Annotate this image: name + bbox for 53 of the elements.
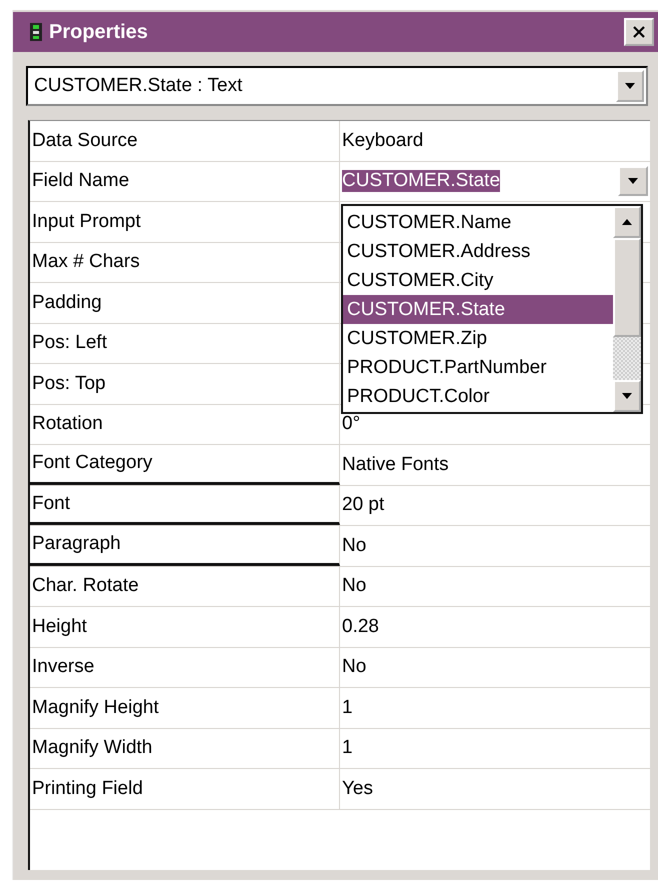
property-value: No bbox=[342, 575, 366, 598]
app-icon bbox=[29, 22, 43, 42]
property-name: Pos: Left bbox=[30, 324, 340, 363]
dropdown-button[interactable] bbox=[618, 166, 648, 196]
property-value: Native Fonts bbox=[342, 454, 449, 476]
property-name: Pos: Top bbox=[30, 364, 340, 404]
list-item[interactable]: PRODUCT.PartNumber bbox=[343, 353, 613, 382]
dropdown-button[interactable] bbox=[616, 70, 644, 102]
selector-value: CUSTOMER.State : Text bbox=[33, 75, 244, 97]
scroll-up-button[interactable] bbox=[613, 206, 641, 238]
combo-value: CUSTOMER.State bbox=[342, 170, 500, 192]
window-title: Properties bbox=[49, 20, 149, 44]
property-name: Inverse bbox=[30, 648, 340, 687]
down-arrow-icon bbox=[621, 392, 633, 400]
property-value: Keyboard bbox=[342, 130, 424, 152]
property-name: Font Category bbox=[30, 445, 340, 484]
property-value: 20 pt bbox=[342, 494, 384, 516]
property-value: Yes bbox=[342, 778, 373, 800]
property-name: Font bbox=[30, 486, 340, 525]
property-name: Magnify Width bbox=[30, 728, 340, 768]
property-value: 0° bbox=[342, 413, 360, 436]
object-selector[interactable]: CUSTOMER.State : Text bbox=[26, 66, 648, 106]
property-name: Rotation bbox=[30, 404, 340, 444]
property-name: Field Name bbox=[30, 162, 340, 201]
property-name: Printing Field bbox=[30, 769, 340, 808]
field-name-combo[interactable]: CUSTOMER.State bbox=[340, 162, 650, 201]
list-item[interactable]: CUSTOMER.State bbox=[343, 295, 613, 324]
up-arrow-icon bbox=[621, 218, 633, 226]
caret-icon bbox=[624, 82, 636, 90]
property-value: No bbox=[342, 534, 366, 557]
scroll-down-button[interactable] bbox=[613, 380, 641, 412]
list-item[interactable]: CUSTOMER.Zip bbox=[343, 324, 613, 353]
scroll-thumb[interactable] bbox=[613, 238, 641, 338]
scrollbar[interactable] bbox=[613, 206, 641, 412]
property-name: Input Prompt bbox=[30, 202, 340, 242]
list-item[interactable]: CUSTOMER.Name bbox=[343, 208, 613, 237]
property-value: 1 bbox=[342, 696, 353, 719]
property-name: Max # Chars bbox=[30, 242, 340, 282]
property-name: Height bbox=[30, 607, 340, 646]
property-name: Char. Rotate bbox=[30, 566, 340, 606]
list-item[interactable]: PRODUCT.Color bbox=[343, 382, 613, 411]
property-name: Magnify Height bbox=[30, 688, 340, 728]
property-value: No bbox=[342, 656, 366, 678]
property-value: 0.28 bbox=[342, 616, 379, 638]
caret-icon bbox=[627, 178, 639, 185]
property-name: Paragraph bbox=[30, 526, 340, 566]
close-icon bbox=[632, 25, 646, 39]
property-name: Data Source bbox=[30, 121, 340, 160]
close-button[interactable] bbox=[624, 18, 654, 46]
property-value: 1 bbox=[342, 737, 353, 760]
list-item[interactable]: CUSTOMER.Address bbox=[343, 237, 613, 266]
list-item[interactable]: CUSTOMER.City bbox=[343, 266, 613, 295]
property-name: Padding bbox=[30, 283, 340, 322]
